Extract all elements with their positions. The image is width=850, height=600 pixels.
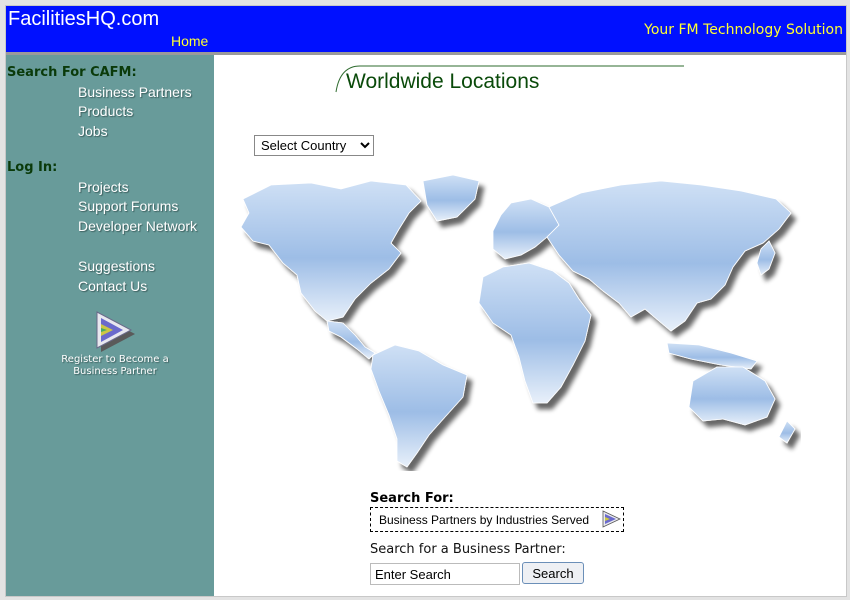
search-button[interactable]: Search xyxy=(522,562,584,584)
sidebar-link-contact-us[interactable]: Contact Us xyxy=(78,278,147,294)
central-america-shape xyxy=(326,320,376,360)
sidebar-link-support-forums[interactable]: Support Forums xyxy=(78,198,178,214)
header-banner: FacilitiesHQ.com Home Your FM Technology… xyxy=(6,6,846,55)
industries-link-text: Business Partners by Industries Served xyxy=(379,513,590,527)
sidebar-link-suggestions[interactable]: Suggestions xyxy=(78,258,155,274)
site-title[interactable]: FacilitiesHQ.com xyxy=(8,8,159,31)
indonesia-shape xyxy=(666,342,758,370)
australia-shape xyxy=(688,366,776,426)
register-line-2: Business Partner xyxy=(73,366,157,377)
greenland-shape xyxy=(422,174,480,222)
home-link[interactable]: Home xyxy=(171,33,208,49)
login-heading: Log In: xyxy=(7,160,58,175)
sidebar-link-projects[interactable]: Projects xyxy=(78,179,129,195)
sidebar-link-business-partners[interactable]: Business Partners xyxy=(78,84,192,100)
sidebar-link-developer-network[interactable]: Developer Network xyxy=(78,218,197,234)
country-select[interactable]: Select Country xyxy=(254,135,374,156)
play-arrow-icon xyxy=(602,510,621,528)
sidebar: Search For CAFM: Business Partners Produ… xyxy=(6,55,214,596)
new-zealand-shape xyxy=(778,420,796,444)
sidebar-link-products[interactable]: Products xyxy=(78,103,133,119)
search-cafm-heading: Search For CAFM: xyxy=(7,65,137,80)
play-arrow-icon xyxy=(96,311,135,352)
africa-shape xyxy=(478,262,592,404)
tagline: Your FM Technology Solution xyxy=(644,22,843,38)
search-for-label: Search For: xyxy=(370,491,454,506)
world-map xyxy=(240,174,796,468)
register-line-1: Register to Become a xyxy=(61,354,169,365)
page-frame: FacilitiesHQ.com Home Your FM Technology… xyxy=(5,5,847,597)
page-heading: Worldwide Locations xyxy=(334,64,686,94)
south-america-shape xyxy=(370,344,468,468)
register-partner-text: Register to Become a Business Partner xyxy=(46,354,184,378)
industries-link-box[interactable]: Business Partners by Industries Served xyxy=(370,507,624,532)
sidebar-link-jobs[interactable]: Jobs xyxy=(78,123,108,139)
north-america-shape xyxy=(240,180,422,322)
register-partner-link[interactable]: Register to Become a Business Partner xyxy=(46,310,184,378)
partner-search-label: Search for a Business Partner: xyxy=(370,542,566,557)
page-title: Worldwide Locations xyxy=(346,70,540,93)
japan-shape xyxy=(756,240,776,276)
search-input[interactable] xyxy=(370,563,520,585)
